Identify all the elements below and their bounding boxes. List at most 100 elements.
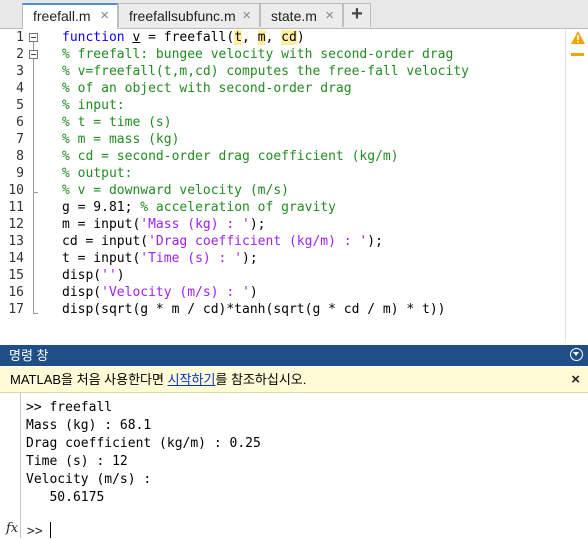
getting-started-link[interactable]: 시작하기 bbox=[168, 372, 216, 387]
code-line-4: % of an object with second-order drag bbox=[62, 81, 352, 96]
code-text: ) bbox=[296, 30, 305, 45]
close-tab-icon[interactable]: × bbox=[325, 4, 334, 28]
code-text: cd = input( bbox=[62, 234, 149, 249]
code-line-7: % m = mass (kg) bbox=[62, 132, 180, 147]
code-line-16: disp('Velocity (m/s) : ') bbox=[62, 285, 258, 300]
line-gutter: 1 2 3 4 5 6 7 8 9 10 11 12 13 14 15 16 1… bbox=[0, 29, 48, 341]
line-number: 2 bbox=[16, 47, 24, 62]
line-number: 7 bbox=[16, 132, 24, 147]
notice-text-before: MATLAB을 처음 사용한다면 bbox=[10, 372, 168, 387]
code-line-3: % v=freefall(t,m,cd) computes the free-f… bbox=[62, 64, 469, 79]
close-tab-icon[interactable]: × bbox=[100, 5, 109, 27]
code-line-12: m = input('Mass (kg) : '); bbox=[62, 217, 266, 232]
code-line-11: g = 9.81; % acceleration of gravity bbox=[62, 200, 336, 215]
line-number: 5 bbox=[16, 98, 24, 113]
line-number: 14 bbox=[8, 251, 24, 266]
line-number: 10 bbox=[8, 183, 24, 198]
code-text: m = input( bbox=[62, 217, 141, 232]
tab-freefallsubfunc[interactable]: freefallsubfunc.m × bbox=[118, 3, 260, 27]
code-string: 'Velocity (m/s) : ' bbox=[101, 285, 250, 300]
fold-toggle-function[interactable] bbox=[29, 33, 38, 42]
new-tab-button[interactable]: + bbox=[343, 3, 371, 27]
code-text: ); bbox=[367, 234, 383, 249]
code-editor[interactable]: 1 2 3 4 5 6 7 8 9 10 11 12 13 14 15 16 1… bbox=[0, 29, 588, 341]
code-text: , bbox=[265, 30, 282, 45]
code-text: disp( bbox=[62, 268, 102, 283]
code-text: ); bbox=[249, 217, 266, 232]
command-window[interactable]: >> freefall Mass (kg) : 68.1 Drag coeffi… bbox=[0, 393, 588, 539]
code-line-1: function v = freefall(t, m, cd) bbox=[62, 30, 305, 45]
close-notice-icon[interactable]: × bbox=[571, 367, 580, 392]
notice-text-after: 를 참조하십시오. bbox=[215, 372, 307, 387]
code-line-14: t = input('Time (s) : '); bbox=[62, 251, 258, 266]
input-arg-m: m bbox=[257, 30, 266, 45]
code-text: g = 9.81; bbox=[62, 200, 141, 215]
line-number: 3 bbox=[16, 64, 24, 79]
command-output-line: Time (s) : 12 bbox=[26, 454, 128, 469]
line-number: 4 bbox=[16, 81, 24, 96]
warning-icon[interactable] bbox=[571, 31, 585, 44]
line-number: 16 bbox=[8, 285, 24, 300]
command-window-title: 명령 창 bbox=[9, 348, 49, 363]
code-text: = freefall( bbox=[140, 30, 235, 45]
tab-freefall[interactable]: freefall.m × bbox=[22, 3, 118, 29]
line-number: 9 bbox=[16, 166, 24, 181]
tab-state[interactable]: state.m × bbox=[260, 3, 343, 27]
code-string: 'Time (s) : ' bbox=[140, 251, 243, 266]
line-number: 17 bbox=[8, 302, 24, 317]
fold-guide bbox=[33, 192, 34, 313]
code-text: , bbox=[242, 30, 258, 45]
tab-label: freefall.m bbox=[33, 8, 91, 24]
function-browser-icon[interactable]: fx bbox=[6, 521, 18, 536]
code-string: 'Mass (kg) : ' bbox=[140, 217, 250, 232]
fold-guide bbox=[33, 59, 34, 192]
code-line-5: % input: bbox=[62, 98, 125, 113]
line-number: 13 bbox=[8, 234, 24, 249]
command-output-line: Drag coefficient (kg/m) : 0.25 bbox=[26, 436, 261, 451]
tab-label: state.m bbox=[271, 8, 317, 24]
fold-guide bbox=[33, 42, 34, 50]
command-output-line: Velocity (m/s) : bbox=[26, 472, 152, 487]
code-text: ); bbox=[242, 251, 258, 266]
notice-text: MATLAB을 처음 사용한다면 시작하기를 참조하십시오. bbox=[10, 367, 306, 392]
command-prompt: >> bbox=[27, 524, 43, 539]
code-text: ) bbox=[249, 285, 258, 300]
code-line-13: cd = input('Drag coefficient (kg/m) : ')… bbox=[62, 234, 383, 249]
input-arg-t: t bbox=[234, 30, 243, 45]
input-arg-cd: cd bbox=[281, 30, 297, 45]
editor-tab-bar: freefall.m × freefallsubfunc.m × state.m… bbox=[0, 0, 588, 29]
line-number: 12 bbox=[8, 217, 24, 232]
code-line-9: % output: bbox=[62, 166, 133, 181]
code-line-6: % t = time (s) bbox=[62, 115, 172, 130]
analyzer-bar bbox=[565, 29, 588, 341]
line-number: 8 bbox=[16, 149, 24, 164]
fold-toggle-comment[interactable] bbox=[29, 50, 38, 59]
keyword-function: function bbox=[62, 30, 125, 45]
command-window-header: 명령 창 bbox=[0, 345, 588, 366]
command-output-line: 50.6175 bbox=[26, 490, 105, 505]
window-actions-menu-icon[interactable] bbox=[570, 348, 583, 361]
line-number: 6 bbox=[16, 115, 24, 130]
code-line-8: % cd = second-order drag coefficient (kg… bbox=[62, 149, 399, 164]
command-output-line: Mass (kg) : 68.1 bbox=[26, 418, 152, 433]
code-line-2: % freefall: bungee velocity with second-… bbox=[62, 47, 454, 62]
code-line-15: disp('') bbox=[62, 268, 125, 283]
warning-marker[interactable] bbox=[571, 53, 584, 56]
code-string: '' bbox=[101, 268, 117, 283]
code-comment: % acceleration of gravity bbox=[140, 200, 336, 215]
line-number: 1 bbox=[16, 30, 24, 45]
getting-started-notice: MATLAB을 처음 사용한다면 시작하기를 참조하십시오. × bbox=[0, 367, 588, 393]
tab-label: freefallsubfunc.m bbox=[129, 8, 236, 24]
code-string: 'Drag coefficient (kg/m) : ' bbox=[148, 234, 368, 249]
code-text: t = input( bbox=[62, 251, 141, 266]
text-cursor bbox=[50, 522, 51, 538]
close-tab-icon[interactable]: × bbox=[242, 4, 251, 28]
line-number: 15 bbox=[8, 268, 24, 283]
command-output-line: >> freefall bbox=[26, 400, 113, 415]
code-line-10: % v = downward velocity (m/s) bbox=[62, 183, 289, 198]
line-number: 11 bbox=[8, 200, 24, 215]
code-text: disp( bbox=[62, 285, 102, 300]
code-line-17: disp(sqrt(g * m / cd)*tanh(sqrt(g * cd /… bbox=[62, 302, 446, 317]
code-text: ) bbox=[116, 268, 125, 283]
fold-end-marker bbox=[33, 313, 38, 314]
